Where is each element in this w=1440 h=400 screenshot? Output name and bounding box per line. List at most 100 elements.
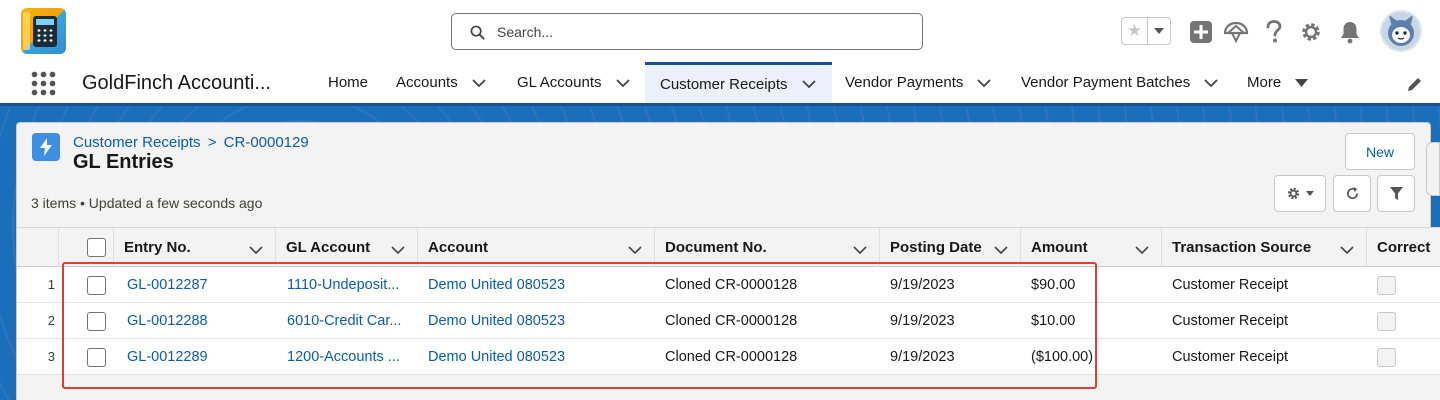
table-row: 2 GL-0012288 6010-Credit Car... Demo Uni… bbox=[17, 303, 1440, 339]
entry-no-link[interactable]: GL-0012287 bbox=[127, 267, 272, 302]
gl-account-link[interactable]: 1110-Undeposit... bbox=[287, 267, 415, 302]
row-checkbox[interactable] bbox=[87, 348, 106, 367]
nav-tab-label: Vendor Payments bbox=[845, 74, 964, 91]
nav-tab-label: Vendor Payment Batches bbox=[1021, 74, 1191, 91]
breadcrumb: Customer Receipts > CR-0000129 bbox=[73, 134, 309, 151]
account-link[interactable]: Demo United 080523 bbox=[428, 303, 650, 338]
gear-icon bbox=[1287, 187, 1300, 200]
nav-tab-gl-accounts[interactable]: GL Accounts bbox=[505, 62, 645, 103]
breadcrumb-record-link[interactable]: CR-0000129 bbox=[224, 134, 309, 151]
chevron-down-icon[interactable] bbox=[249, 241, 263, 258]
select-all-checkbox[interactable] bbox=[87, 238, 106, 257]
breadcrumb-separator: > bbox=[207, 134, 217, 151]
column-header-posting-date[interactable]: Posting Date bbox=[880, 228, 1021, 267]
row-checkbox[interactable] bbox=[87, 312, 106, 331]
row-checkbox[interactable] bbox=[87, 276, 106, 295]
breadcrumb-parent-link[interactable]: Customer Receipts bbox=[73, 134, 201, 151]
refresh-button[interactable] bbox=[1333, 175, 1371, 212]
nav-tab-more[interactable]: More bbox=[1234, 62, 1324, 103]
gl-account-link[interactable]: 6010-Credit Car... bbox=[287, 303, 415, 338]
column-header-document-no[interactable]: Document No. bbox=[655, 228, 880, 267]
transaction-source: Customer Receipt bbox=[1172, 348, 1289, 365]
new-button[interactable]: New bbox=[1345, 133, 1415, 170]
edit-nav-button[interactable] bbox=[1406, 76, 1423, 98]
nav-tab-customer-receipts[interactable]: Customer Receipts bbox=[645, 62, 832, 103]
chevron-down-icon[interactable] bbox=[628, 241, 642, 258]
select-all-header bbox=[59, 228, 114, 267]
account-link[interactable]: Demo United 080523 bbox=[428, 339, 650, 374]
help-button[interactable] bbox=[1261, 19, 1287, 45]
avatar[interactable] bbox=[1380, 10, 1422, 52]
lightning-icon bbox=[40, 138, 52, 156]
chevron-down-icon[interactable] bbox=[994, 241, 1008, 258]
gl-account-link[interactable]: 1200-Accounts ... bbox=[287, 339, 415, 374]
column-header-transaction-source[interactable]: Transaction Source bbox=[1162, 228, 1367, 267]
caret-down-icon[interactable] bbox=[1295, 78, 1309, 87]
filter-button[interactable] bbox=[1377, 175, 1415, 212]
refresh-icon bbox=[1346, 186, 1358, 200]
filter-icon bbox=[1389, 186, 1403, 201]
chevron-down-icon[interactable] bbox=[472, 78, 486, 87]
favorites-button-group: ★ bbox=[1121, 17, 1171, 45]
document-no: Cloned CR-0000128 bbox=[665, 312, 798, 329]
setup-button[interactable] bbox=[1298, 19, 1324, 45]
correct-checkbox bbox=[1377, 312, 1396, 331]
row-number: 2 bbox=[47, 313, 55, 328]
amount: ($100.00) bbox=[1031, 348, 1094, 365]
utility-panel-handle[interactable] bbox=[1426, 142, 1440, 196]
row-number: 3 bbox=[47, 349, 55, 364]
gl-entries-table: Entry No. GL Account Account Document No… bbox=[17, 227, 1440, 400]
nav-tab-vendor-payments[interactable]: Vendor Payments bbox=[832, 62, 1007, 103]
posting-date: 9/19/2023 bbox=[890, 312, 955, 329]
trailhead-icon bbox=[1223, 21, 1249, 44]
account-link[interactable]: Demo United 080523 bbox=[428, 267, 650, 302]
global-search[interactable] bbox=[451, 13, 923, 50]
transaction-source: Customer Receipt bbox=[1172, 276, 1289, 293]
notifications-button[interactable] bbox=[1337, 19, 1363, 45]
entry-no-link[interactable]: GL-0012289 bbox=[127, 339, 272, 374]
column-header-amount[interactable]: Amount bbox=[1021, 228, 1162, 267]
search-input[interactable] bbox=[497, 20, 897, 44]
nav-tab-vendor-payment-batches[interactable]: Vendor Payment Batches bbox=[1008, 62, 1234, 103]
star-icon[interactable]: ★ bbox=[1122, 18, 1148, 44]
column-header-gl-account[interactable]: GL Account bbox=[276, 228, 418, 267]
nav-tab-home[interactable]: Home bbox=[315, 62, 385, 103]
chevron-down-icon[interactable] bbox=[853, 241, 867, 258]
chevron-down-icon[interactable] bbox=[1340, 241, 1354, 258]
amount: $10.00 bbox=[1031, 312, 1076, 329]
transaction-source: Customer Receipt bbox=[1172, 312, 1289, 329]
table-row: 1 GL-0012287 1110-Undeposit... Demo Unit… bbox=[17, 267, 1440, 303]
chevron-down-icon[interactable] bbox=[615, 78, 630, 87]
app-logo-icon[interactable] bbox=[21, 8, 66, 54]
nav-tab-label: Customer Receipts bbox=[660, 75, 788, 93]
chevron-down-icon[interactable] bbox=[1204, 78, 1218, 87]
row-number: 1 bbox=[47, 277, 55, 292]
app-name: GoldFinch Accounti... bbox=[82, 72, 271, 94]
app-navigation-bar: GoldFinch Accounti... Home Accounts GL A… bbox=[0, 62, 1440, 106]
column-header-correct[interactable]: Correct bbox=[1367, 228, 1440, 267]
correct-checkbox bbox=[1377, 276, 1396, 295]
posting-date: 9/19/2023 bbox=[890, 276, 955, 293]
gear-icon bbox=[1302, 23, 1320, 41]
nav-tab-accounts[interactable]: Accounts bbox=[384, 62, 502, 103]
chevron-down-icon[interactable] bbox=[391, 241, 405, 258]
table-footer bbox=[17, 375, 1440, 400]
list-settings-button[interactable] bbox=[1274, 175, 1326, 212]
column-header-entry-no[interactable]: Entry No. bbox=[114, 228, 276, 267]
caret-down-icon bbox=[1306, 191, 1314, 196]
nav-tab-label: More bbox=[1247, 74, 1282, 91]
row-number-header bbox=[17, 228, 59, 267]
document-no: Cloned CR-0000128 bbox=[665, 276, 798, 293]
chevron-down-icon[interactable] bbox=[977, 78, 992, 87]
chevron-down-icon[interactable] bbox=[1135, 241, 1149, 258]
column-header-account[interactable]: Account bbox=[418, 228, 655, 267]
trailhead-button[interactable] bbox=[1223, 19, 1249, 45]
app-launcher-icon[interactable] bbox=[30, 70, 56, 96]
object-icon bbox=[32, 133, 60, 161]
astro-avatar-icon bbox=[1388, 15, 1414, 46]
favorites-menu-button[interactable] bbox=[1148, 18, 1170, 44]
global-actions-button[interactable] bbox=[1188, 19, 1214, 45]
entry-no-link[interactable]: GL-0012288 bbox=[127, 303, 272, 338]
chevron-down-icon[interactable] bbox=[801, 80, 816, 88]
table-row: 3 GL-0012289 1200-Accounts ... Demo Unit… bbox=[17, 339, 1440, 375]
